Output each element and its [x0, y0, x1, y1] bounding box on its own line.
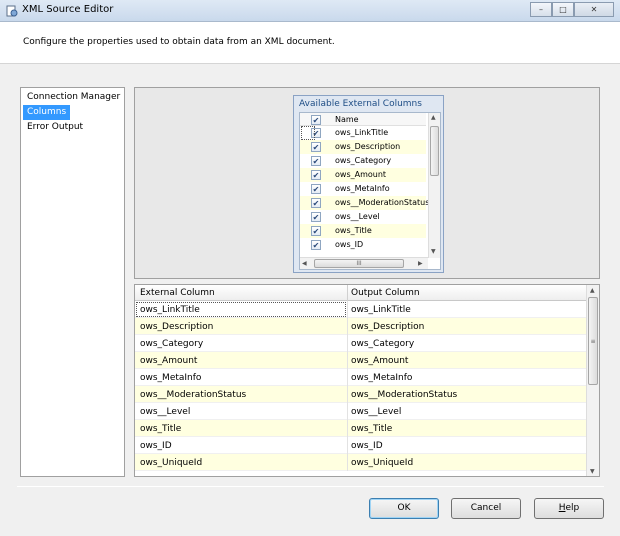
nav-item-error-output[interactable]: Error Output [23, 120, 87, 135]
grid-header: External Column Output Column [135, 285, 587, 301]
table-row[interactable]: ows_ID ows_ID [135, 437, 587, 454]
list-horizontal-scrollbar[interactable]: ◀ III ▶ [300, 257, 428, 269]
column-checkbox[interactable]: ✔ [311, 240, 321, 250]
minimize-button[interactable]: – [530, 2, 552, 17]
available-columns-header: ✔ Name [300, 113, 426, 126]
columns-diagram-panel: Available External Columns ✔ Name ✔ ows_… [134, 87, 600, 279]
table-row[interactable]: ows_UniqueId ows_UniqueId [135, 454, 587, 471]
list-item: ✔ ows_Category [300, 154, 426, 168]
list-vertical-scrollbar[interactable]: ▲ ▼ [428, 113, 440, 258]
output-column-cell[interactable]: ows_Description [351, 322, 424, 332]
list-item: ✔ ows_Description [300, 140, 426, 154]
external-column-cell: ows__Level [140, 407, 191, 417]
cancel-button[interactable]: Cancel [451, 498, 521, 519]
table-row[interactable]: ows_MetaInfo ows_MetaInfo [135, 369, 587, 386]
external-column-header[interactable]: External Column [140, 288, 215, 298]
list-scroll-thumb[interactable] [430, 126, 439, 176]
header-area: Configure the properties used to obtain … [0, 22, 620, 64]
external-column-cell: ows_UniqueId [140, 458, 203, 468]
nav-item-connection-manager[interactable]: Connection Manager [23, 90, 124, 105]
external-column-cell: ows_MetaInfo [140, 373, 202, 383]
navigation-pane: Connection Manager Columns Error Output [20, 87, 125, 477]
output-column-cell[interactable]: ows_LinkTitle [351, 305, 411, 315]
column-name: ows_LinkTitle [335, 128, 389, 137]
grid-vertical-scrollbar[interactable]: ▲ ≡ ▼ [586, 285, 599, 476]
name-column-header: Name [335, 115, 359, 124]
title-bar: XML Source Editor – □ ✕ [0, 0, 620, 22]
external-column-cell: ows_Amount [140, 356, 198, 366]
column-name: ows_ID [335, 240, 364, 249]
column-checkbox[interactable]: ✔ [311, 212, 321, 222]
output-column-cell[interactable]: ows_ID [351, 441, 383, 451]
grid-scroll-thumb[interactable]: ≡ [588, 297, 598, 385]
output-column-cell[interactable]: ows_UniqueId [351, 458, 413, 468]
column-name: ows__ModerationStatus [335, 198, 430, 207]
output-column-cell[interactable]: ows_Amount [351, 356, 408, 366]
cell-focus-rectangle [136, 302, 346, 317]
help-button[interactable]: Help [534, 498, 604, 519]
output-column-cell[interactable]: ows_Title [351, 424, 392, 434]
available-columns-list: ✔ Name ✔ ows_LinkTitle ✔ ows_Description… [299, 112, 441, 270]
column-name: ows_Category [335, 156, 392, 165]
column-name: ows_Title [335, 226, 372, 235]
xml-source-icon [6, 5, 18, 17]
output-column-cell[interactable]: ows__ModerationStatus [351, 390, 457, 400]
header-description: Configure the properties used to obtain … [23, 37, 335, 47]
table-row[interactable]: ows_LinkTitle ows_LinkTitle [135, 301, 587, 318]
column-checkbox[interactable]: ✔ [311, 184, 321, 194]
list-item: ✔ ows__ModerationStatus [300, 196, 430, 210]
scroll-up-icon[interactable]: ▲ [431, 114, 436, 121]
column-checkbox[interactable]: ✔ [311, 226, 321, 236]
output-column-cell[interactable]: ows__Level [351, 407, 401, 417]
list-item: ✔ ows_Title [300, 224, 426, 238]
available-columns-title: Available External Columns [299, 99, 422, 109]
table-row[interactable]: ows_Description ows_Description [135, 318, 587, 335]
column-checkbox[interactable]: ✔ [311, 156, 321, 166]
list-item: ✔ ows_ID [300, 238, 426, 252]
external-column-cell: ows_Category [140, 339, 204, 349]
external-column-cell: ows_Title [140, 424, 182, 434]
help-label-rest: elp [565, 503, 580, 513]
maximize-button[interactable]: □ [552, 2, 574, 17]
output-column-cell[interactable]: ows_Category [351, 339, 414, 349]
table-row[interactable]: ows_Title ows_Title [135, 420, 587, 437]
scroll-left-icon[interactable]: ◀ [302, 260, 307, 267]
close-button[interactable]: ✕ [574, 2, 614, 17]
column-name: ows_Description [335, 142, 401, 151]
nav-item-columns[interactable]: Columns [23, 105, 71, 120]
output-column-header[interactable]: Output Column [351, 288, 420, 298]
column-checkbox[interactable]: ✔ [311, 198, 321, 208]
button-separator [17, 486, 604, 487]
column-name: ows_Amount [335, 170, 387, 179]
list-item: ✔ ows_LinkTitle [300, 126, 426, 140]
table-row[interactable]: ows_Category ows_Category [135, 335, 587, 352]
column-checkbox[interactable]: ✔ [311, 170, 321, 180]
list-item: ✔ ows_MetaInfo [300, 182, 426, 196]
ok-button[interactable]: OK [369, 498, 439, 519]
list-item: ✔ ows__Level [300, 210, 426, 224]
focus-rectangle [301, 126, 315, 140]
column-name: ows_MetaInfo [335, 184, 390, 193]
help-mnemonic: H [558, 503, 566, 513]
external-column-cell: ows__ModerationStatus [140, 390, 247, 400]
output-column-cell[interactable]: ows_MetaInfo [351, 373, 412, 383]
column-name: ows__Level [335, 212, 380, 221]
list-item: ✔ ows_Amount [300, 168, 426, 182]
table-row[interactable]: ows__ModerationStatus ows__ModerationSta… [135, 386, 587, 403]
scroll-down-icon[interactable]: ▼ [431, 248, 436, 255]
table-row[interactable]: ows_Amount ows_Amount [135, 352, 587, 369]
scroll-right-icon[interactable]: ▶ [418, 260, 423, 267]
table-row[interactable]: ows__Level ows__Level [135, 403, 587, 420]
grid-scroll-down-icon[interactable]: ▼ [590, 468, 595, 475]
external-column-cell: ows_Description [140, 322, 214, 332]
column-checkbox[interactable]: ✔ [311, 142, 321, 152]
grid-scroll-up-icon[interactable]: ▲ [590, 287, 595, 294]
column-mapping-grid: External Column Output Column ows_LinkTi… [134, 284, 600, 477]
external-column-cell: ows_ID [140, 441, 172, 451]
available-external-columns-box: Available External Columns ✔ Name ✔ ows_… [293, 95, 444, 273]
select-all-checkbox[interactable]: ✔ [311, 115, 321, 125]
list-hscroll-thumb[interactable]: III [314, 259, 404, 268]
window-title: XML Source Editor [22, 4, 114, 15]
